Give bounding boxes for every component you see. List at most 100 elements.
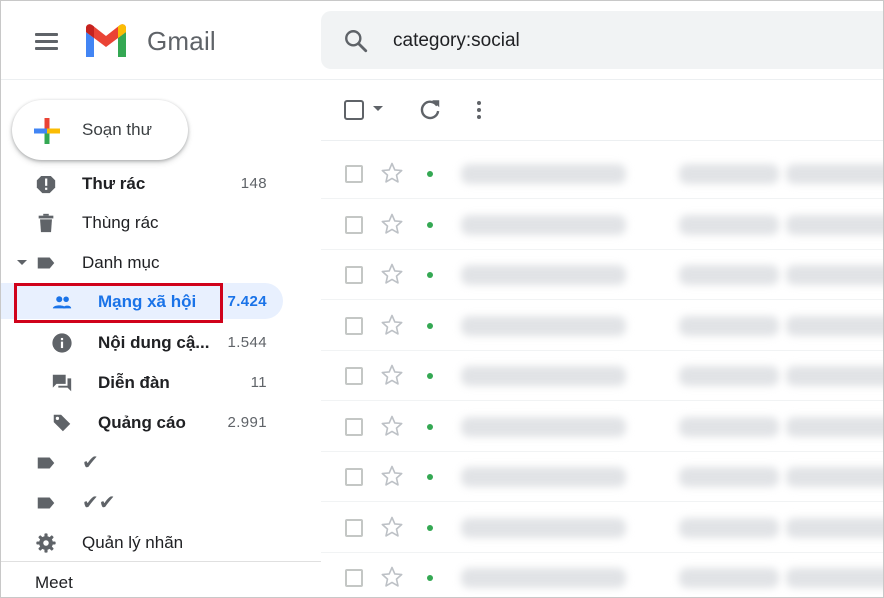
- sidebar-item-label: Quản lý nhãn: [82, 533, 184, 552]
- blurred-snippet: [786, 416, 883, 437]
- email-row[interactable]: [321, 401, 883, 452]
- blurred-sender: [461, 517, 626, 538]
- sidebar: Thư rác 148 Thùng rác Danh mục Mạng xã h…: [1, 176, 321, 597]
- row-checkbox[interactable]: [345, 215, 363, 234]
- refresh-icon[interactable]: [417, 97, 443, 123]
- row-checkbox[interactable]: [345, 417, 363, 436]
- label-icon: [37, 497, 55, 509]
- star-outline-icon[interactable]: [380, 313, 404, 337]
- row-checkbox[interactable]: [345, 518, 363, 537]
- row-checkbox[interactable]: [345, 367, 363, 385]
- email-row[interactable]: [321, 553, 883, 597]
- star-outline-icon[interactable]: [380, 565, 404, 589]
- sidebar-item-count: 7.424: [227, 293, 267, 310]
- label-icon: [37, 257, 55, 269]
- sidebar-item-promotions[interactable]: Quảng cáo 2.991: [1, 404, 283, 440]
- email-row[interactable]: [321, 452, 883, 502]
- unread-dot-icon: [427, 474, 433, 480]
- row-checkbox[interactable]: [345, 316, 363, 335]
- email-row[interactable]: [321, 250, 883, 300]
- sidebar-item-updates[interactable]: Nội dung cậ... 1.544: [1, 324, 283, 360]
- hamburger-menu-icon: [35, 33, 58, 36]
- sidebar-item-label: Quảng cáo: [98, 413, 186, 432]
- unread-dot-icon: [427, 171, 433, 177]
- blurred-snippet: [786, 366, 883, 386]
- search-icon[interactable]: [343, 28, 369, 54]
- meet-divider: [1, 561, 321, 562]
- star-outline-icon[interactable]: [380, 464, 404, 488]
- sidebar-item-social[interactable]: Mạng xã hội 7.424: [1, 283, 283, 319]
- unread-dot-icon: [427, 322, 433, 329]
- email-row[interactable]: [321, 502, 883, 553]
- sidebar-item-label: Diễn đàn: [98, 373, 170, 392]
- sidebar-item-trash[interactable]: Thùng rác: [1, 204, 283, 240]
- gmail-logo[interactable]: Gmail: [83, 23, 216, 59]
- sidebar-item-count: 11: [250, 374, 267, 391]
- blurred-snippet: [786, 568, 883, 588]
- main-menu-button[interactable]: [29, 27, 65, 55]
- star-outline-icon[interactable]: [380, 212, 404, 236]
- star-outline-icon[interactable]: [380, 262, 404, 286]
- row-checkbox[interactable]: [345, 266, 363, 284]
- sidebar-item-categories[interactable]: Danh mục: [1, 244, 283, 280]
- search-bar[interactable]: category:social: [321, 11, 883, 69]
- sidebar-item-label: Thùng rác: [82, 213, 159, 232]
- blurred-subject: [679, 315, 779, 336]
- gmail-wordmark: Gmail: [147, 25, 216, 56]
- blurred-subject: [679, 467, 779, 487]
- unread-dot-icon: [427, 575, 433, 581]
- sidebar-item-spam[interactable]: Thư rác 148: [1, 176, 283, 201]
- star-outline-icon[interactable]: [380, 515, 404, 539]
- email-row[interactable]: [321, 199, 883, 250]
- more-vertical-icon[interactable]: [471, 97, 487, 123]
- select-dropdown-icon[interactable]: [373, 106, 383, 111]
- unread-dot-icon: [427, 373, 433, 379]
- info-icon: [52, 333, 72, 353]
- blurred-subject: [679, 265, 779, 285]
- blurred-sender: [461, 315, 626, 336]
- row-checkbox[interactable]: [345, 569, 363, 587]
- blurred-sender: [461, 214, 626, 235]
- meet-section-title[interactable]: Meet: [35, 573, 73, 593]
- email-row[interactable]: [321, 149, 883, 199]
- compose-label: Soạn thư: [82, 120, 152, 139]
- sidebar-item-label: Nội dung cậ...: [98, 333, 210, 352]
- unread-dot-icon: [427, 524, 433, 531]
- blurred-snippet: [786, 315, 883, 336]
- caret-down-icon[interactable]: [17, 260, 27, 265]
- sidebar-item-label-check[interactable]: ✔: [1, 444, 283, 480]
- compose-button[interactable]: Soạn thư: [12, 100, 188, 160]
- search-query[interactable]: category:social: [393, 30, 520, 52]
- unread-dot-icon: [427, 272, 433, 278]
- blurred-subject: [679, 517, 779, 538]
- star-outline-icon[interactable]: [380, 161, 404, 185]
- sidebar-item-label: Thư rác: [82, 176, 146, 193]
- sidebar-item-label: ✔: [82, 452, 99, 474]
- sidebar-item-forums[interactable]: Diễn đàn 11: [1, 364, 283, 400]
- sidebar-item-label: Danh mục: [82, 253, 160, 272]
- email-row[interactable]: [321, 351, 883, 401]
- spam-icon: [36, 176, 56, 194]
- blurred-sender: [461, 164, 626, 184]
- sidebar-item-label: ✔✔: [82, 492, 116, 514]
- sidebar-item-label: Mạng xã hội: [98, 292, 197, 311]
- people-icon: [52, 296, 72, 309]
- gear-icon: [36, 533, 56, 553]
- gmail-window: Gmail category:social Soạn thư Thư rác 1…: [0, 0, 884, 598]
- star-outline-icon[interactable]: [380, 363, 404, 387]
- sidebar-item-manage-labels[interactable]: Quản lý nhãn: [1, 524, 283, 560]
- star-outline-icon[interactable]: [380, 414, 404, 438]
- select-all-checkbox[interactable]: [344, 100, 364, 120]
- sidebar-item-count: 148: [240, 176, 267, 192]
- row-checkbox[interactable]: [345, 468, 363, 486]
- sidebar-item-label-double-check[interactable]: ✔✔: [1, 484, 283, 520]
- blurred-sender: [461, 265, 626, 285]
- row-checkbox[interactable]: [345, 165, 363, 183]
- blurred-sender: [461, 416, 626, 437]
- blurred-sender: [461, 568, 626, 588]
- header-divider: [1, 79, 883, 80]
- forum-icon: [52, 374, 72, 392]
- blurred-subject: [679, 416, 779, 437]
- email-row[interactable]: [321, 300, 883, 351]
- tag-icon: [53, 414, 71, 432]
